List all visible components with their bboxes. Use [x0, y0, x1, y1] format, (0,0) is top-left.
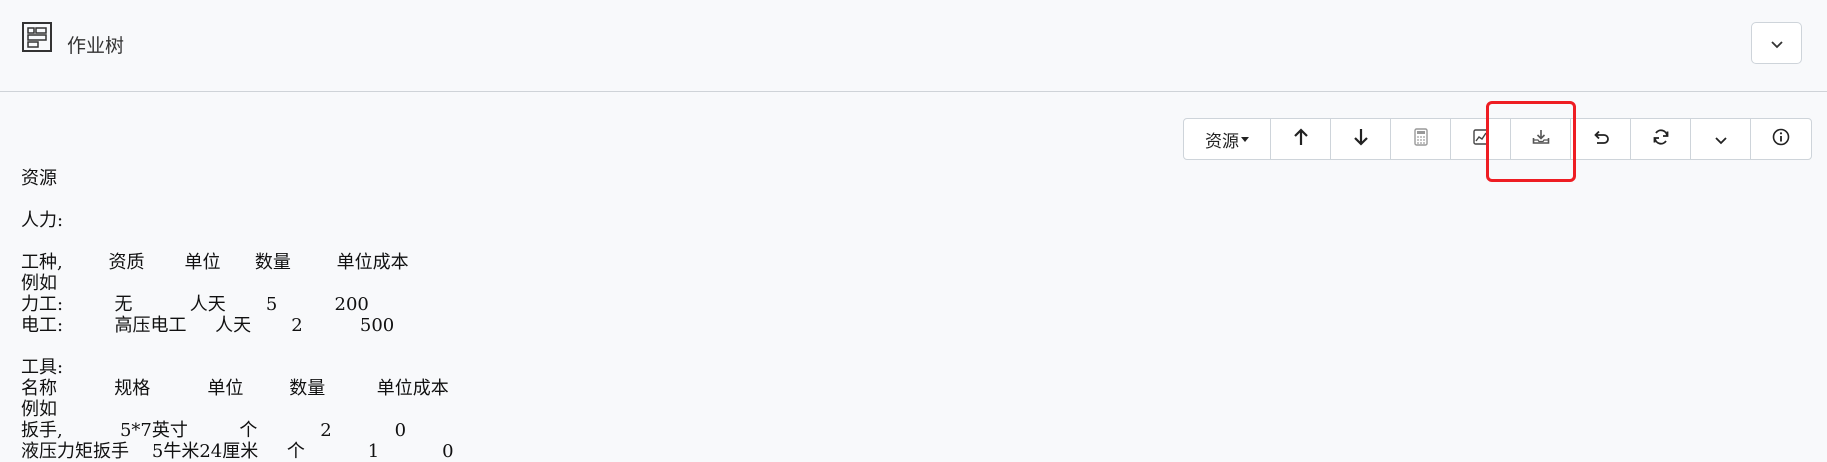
refresh-icon [1652, 128, 1670, 150]
arrow-down-icon [1352, 127, 1370, 151]
page-title: 作业树 [67, 35, 125, 57]
text-line: 例如 [21, 399, 57, 420]
more-button[interactable] [1691, 119, 1751, 159]
text-line [21, 231, 454, 252]
app-header: 作业树 [0, 0, 1827, 92]
text-line: 扳手, 5*7英寸 个 2 0 [21, 420, 407, 441]
undo-button[interactable] [1571, 119, 1631, 159]
info-button[interactable] [1751, 119, 1811, 159]
caret-down-icon [1241, 136, 1249, 142]
undo-icon [1592, 129, 1610, 149]
resource-dropdown-button[interactable]: 资源 [1184, 119, 1271, 159]
grid-app-icon [22, 22, 52, 52]
move-down-button[interactable] [1331, 119, 1391, 159]
text-line: 资源 [21, 168, 57, 189]
text-line [21, 189, 454, 210]
text-line: 工种, 资质 单位 数量 单位成本 [21, 252, 409, 273]
chevron-down-icon [1714, 130, 1728, 149]
text-line: 液压力矩扳手 5牛米24厘米 个 1 0 [21, 441, 454, 462]
refresh-button[interactable] [1631, 119, 1691, 159]
text-line: 例如 [21, 273, 57, 294]
text-line: 力工: 无 人天 5 200 [21, 294, 369, 315]
collapse-button[interactable] [1751, 22, 1802, 64]
text-line: 名称 规格 单位 数量 单位成本 [21, 378, 449, 399]
text-line: 人力: [21, 210, 64, 231]
arrow-up-icon [1292, 127, 1310, 151]
move-up-button[interactable] [1271, 119, 1331, 159]
chevron-down-icon [1770, 34, 1784, 53]
resource-dropdown-label: 资源 [1205, 131, 1239, 152]
calculator-icon [1413, 128, 1428, 150]
resource-description: 资源 人力: 工种, 资质 单位 数量 单位成本 例如 力工: 无 人天 5 2… [21, 168, 454, 462]
text-line [21, 336, 454, 357]
text-line: 工具: [21, 357, 64, 378]
calculator-button[interactable] [1391, 119, 1451, 159]
info-icon [1772, 128, 1790, 150]
download-highlight-box [1486, 101, 1576, 182]
text-line: 电工: 高压电工 人天 2 500 [21, 315, 395, 336]
